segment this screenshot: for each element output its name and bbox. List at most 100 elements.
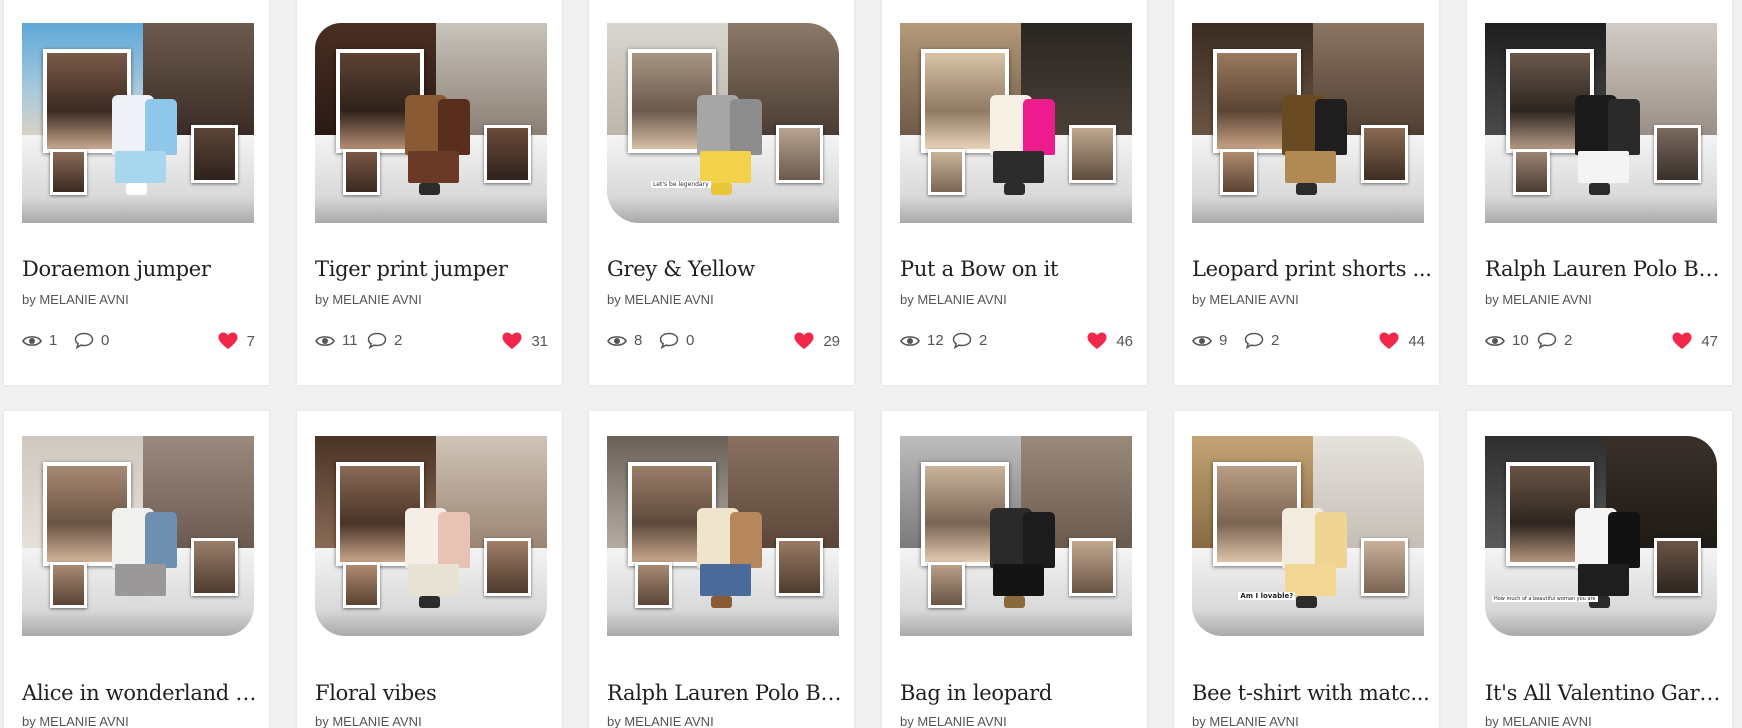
comments-stat[interactable]: 0 xyxy=(659,332,694,349)
heart-icon[interactable] xyxy=(502,332,522,350)
likes-stat[interactable]: 29 xyxy=(794,332,840,350)
set-author[interactable]: by MELANIE AVNI xyxy=(1485,292,1592,307)
set-author[interactable]: by MELANIE AVNI xyxy=(1192,292,1299,307)
set-title[interactable]: Floral vibes xyxy=(315,681,555,705)
heart-icon[interactable] xyxy=(218,332,238,350)
views-count: 10 xyxy=(1512,332,1529,349)
comments-count: 2 xyxy=(1564,332,1573,349)
likes-count: 47 xyxy=(1701,332,1718,350)
likes-stat[interactable]: 47 xyxy=(1672,332,1718,350)
set-card[interactable]: Doraemon jumper by MELANIE AVNI 1 0 7 xyxy=(4,0,269,385)
set-thumbnail[interactable]: How much of a beautiful woman you are xyxy=(1485,436,1717,636)
set-thumbnail[interactable] xyxy=(315,23,547,223)
set-card[interactable]: Tiger print jumper by MELANIE AVNI 11 2 … xyxy=(297,0,562,385)
set-author[interactable]: by MELANIE AVNI xyxy=(22,292,129,307)
heart-icon[interactable] xyxy=(1672,332,1692,350)
collage-image: Am I lovable? xyxy=(1192,436,1424,636)
set-stats: 11 2 31 xyxy=(315,332,548,352)
set-title[interactable]: Grey & Yellow xyxy=(607,257,847,281)
set-author[interactable]: by MELANIE AVNI xyxy=(315,714,422,728)
eye-icon xyxy=(900,335,920,346)
set-title[interactable]: Doraemon jumper xyxy=(22,257,262,281)
comments-stat[interactable]: 2 xyxy=(367,332,402,349)
comments-stat[interactable]: 0 xyxy=(74,332,109,349)
set-card[interactable]: Floral vibes by MELANIE AVNI xyxy=(297,411,562,728)
set-title[interactable]: Ralph Lauren Polo Be... xyxy=(607,681,847,705)
set-card[interactable]: Let's be legendary Grey & Yellow by MELA… xyxy=(589,0,854,385)
set-title[interactable]: Ralph Lauren Polo Be... xyxy=(1485,257,1725,281)
collage-image xyxy=(22,436,254,636)
collage-image xyxy=(22,23,254,223)
set-author[interactable]: by MELANIE AVNI xyxy=(607,714,714,728)
collage-image xyxy=(315,436,547,636)
set-card[interactable]: Leopard print shorts ... by MELANIE AVNI… xyxy=(1174,0,1439,385)
eye-icon xyxy=(22,335,42,346)
set-title[interactable]: Tiger print jumper xyxy=(315,257,555,281)
likes-stat[interactable]: 7 xyxy=(218,332,255,350)
collage-image xyxy=(315,23,547,223)
set-card[interactable]: Ralph Lauren Polo Be... by MELANIE AVNI … xyxy=(1467,0,1732,385)
collage-image: Let's be legendary xyxy=(607,23,839,223)
set-thumbnail[interactable] xyxy=(22,23,254,223)
eye-icon xyxy=(315,335,335,346)
set-thumbnail[interactable] xyxy=(607,436,839,636)
set-title[interactable]: Put a Bow on it xyxy=(900,257,1140,281)
set-card[interactable]: How much of a beautiful woman you are It… xyxy=(1467,411,1732,728)
set-author[interactable]: by MELANIE AVNI xyxy=(900,714,1007,728)
comments-count: 2 xyxy=(1271,332,1280,349)
set-card[interactable]: Put a Bow on it by MELANIE AVNI 12 2 46 xyxy=(882,0,1147,385)
set-thumbnail[interactable] xyxy=(22,436,254,636)
set-title[interactable]: Bee t-shirt with matc... xyxy=(1192,681,1432,705)
set-thumbnail[interactable] xyxy=(1485,23,1717,223)
set-card[interactable]: Bag in leopard by MELANIE AVNI xyxy=(882,411,1147,728)
collage-image xyxy=(900,436,1132,636)
views-stat: 10 xyxy=(1485,332,1529,349)
set-card[interactable]: Alice in wonderland c... by MELANIE AVNI xyxy=(4,411,269,728)
set-author[interactable]: by MELANIE AVNI xyxy=(900,292,1007,307)
set-thumbnail[interactable] xyxy=(315,436,547,636)
comments-count: 0 xyxy=(686,332,695,349)
views-count: 8 xyxy=(634,332,643,349)
set-author[interactable]: by MELANIE AVNI xyxy=(1192,714,1299,728)
views-count: 1 xyxy=(49,332,58,349)
set-title[interactable]: Bag in leopard xyxy=(900,681,1140,705)
set-thumbnail[interactable] xyxy=(1192,23,1424,223)
likes-stat[interactable]: 44 xyxy=(1379,332,1425,350)
heart-icon[interactable] xyxy=(1087,332,1107,350)
comments-stat[interactable]: 2 xyxy=(952,332,987,349)
heart-icon[interactable] xyxy=(1379,332,1399,350)
collage-image: How much of a beautiful woman you are xyxy=(1485,436,1717,636)
set-title[interactable]: Leopard print shorts ... xyxy=(1192,257,1432,281)
set-stats: 12 2 46 xyxy=(900,332,1133,352)
eye-icon xyxy=(1485,335,1505,346)
set-thumbnail[interactable]: Am I lovable? xyxy=(1192,436,1424,636)
set-author[interactable]: by MELANIE AVNI xyxy=(22,714,129,728)
speech-bubble-icon xyxy=(74,332,94,349)
set-thumbnail[interactable] xyxy=(900,436,1132,636)
likes-stat[interactable]: 46 xyxy=(1087,332,1133,350)
set-author[interactable]: by MELANIE AVNI xyxy=(315,292,422,307)
views-stat: 9 xyxy=(1192,332,1227,349)
set-author[interactable]: by MELANIE AVNI xyxy=(607,292,714,307)
sets-grid: Doraemon jumper by MELANIE AVNI 1 0 7 Ti… xyxy=(0,0,1742,728)
collage-caption: Let's be legendary xyxy=(651,181,711,188)
set-title[interactable]: Alice in wonderland c... xyxy=(22,681,262,705)
set-thumbnail[interactable]: Let's be legendary xyxy=(607,23,839,223)
set-title[interactable]: It's All Valentino Gara... xyxy=(1485,681,1725,705)
collage-image xyxy=(607,436,839,636)
comments-stat[interactable]: 2 xyxy=(1537,332,1572,349)
views-count: 11 xyxy=(342,332,358,349)
likes-count: 7 xyxy=(246,332,255,350)
collage-image xyxy=(900,23,1132,223)
set-thumbnail[interactable] xyxy=(900,23,1132,223)
set-author[interactable]: by MELANIE AVNI xyxy=(1485,714,1592,728)
views-count: 12 xyxy=(927,332,944,349)
likes-count: 46 xyxy=(1116,332,1133,350)
heart-icon[interactable] xyxy=(794,332,814,350)
comments-stat[interactable]: 2 xyxy=(1244,332,1279,349)
set-card[interactable]: Ralph Lauren Polo Be... by MELANIE AVNI xyxy=(589,411,854,728)
likes-stat[interactable]: 31 xyxy=(502,332,548,350)
views-count: 9 xyxy=(1219,332,1228,349)
views-stat: 11 xyxy=(315,332,358,349)
set-card[interactable]: Am I lovable? Bee t-shirt with matc... b… xyxy=(1174,411,1439,728)
